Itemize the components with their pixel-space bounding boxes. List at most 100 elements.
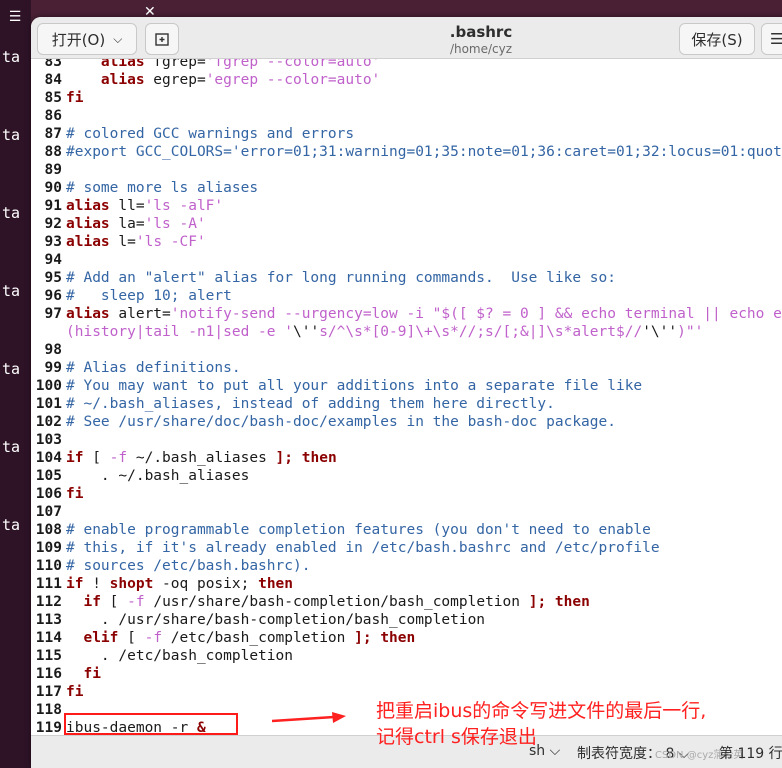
line-number: 95 (44, 270, 62, 286)
code-token: [ (100, 594, 128, 610)
code-line: 111 if ! shopt -oq posix; then (31, 575, 782, 593)
hamburger-icon: ☰ (770, 30, 782, 48)
code-line: 100 # You may want to put all your additi… (31, 377, 782, 395)
line-code: # enable programmable completion feature… (66, 521, 651, 539)
code-token: '\'' (642, 324, 678, 340)
line-number: 113 (35, 612, 62, 628)
side-label: ta (2, 516, 21, 534)
terminal-side-strip: ☰ ta ta ta ta ta ta ta (0, 0, 31, 768)
cursor-position[interactable]: 第 119 行 (719, 743, 782, 763)
side-label: ta (2, 126, 21, 144)
line-code: # Alias definitions. (66, 359, 241, 377)
code-token: # sleep 10; alert (66, 288, 232, 304)
code-token: if (66, 576, 84, 592)
line-number: 115 (35, 648, 62, 664)
main-menu-button[interactable]: ☰ (761, 23, 782, 55)
line-code: if [ -f /usr/share/bash-completion/bash_… (66, 593, 590, 611)
line-code: alias l='ls -CF' (66, 233, 206, 251)
line-number: 83 (44, 59, 62, 70)
code-token: )"' (677, 324, 704, 340)
code-line: 85 fi (31, 89, 782, 107)
window-subtitle: /home/cyz (449, 42, 513, 56)
line-code: (history|tail -n1|sed -e '\''s/^\s*[0-9]… (66, 323, 703, 341)
line-number: 112 (35, 594, 62, 610)
line-number: 98 (44, 342, 62, 358)
code-token: shopt (109, 576, 154, 592)
line-number: 110 (35, 558, 62, 574)
line-number: 109 (35, 540, 62, 556)
code-token: fi (66, 684, 84, 700)
code-line: 91 alias ll='ls -alF' (31, 197, 782, 215)
hamburger-menu-icon[interactable]: ☰ (3, 6, 27, 28)
line-number: 99 (44, 360, 62, 376)
code-line: 99 # Alias definitions. (31, 359, 782, 377)
annotation-arrow-icon (272, 712, 346, 723)
code-token: . /usr/share/bash-completion/bash_comple… (66, 612, 486, 628)
open-button-label: 打开(O) (51, 30, 106, 49)
code-line: (history|tail -n1|sed -e '\''s/^\s*[0-9]… (31, 323, 782, 341)
code-line: 86 (31, 107, 782, 125)
code-line: 104 if [ -f ~/.bash_aliases ]; then (31, 449, 782, 467)
header-bar: 打开(O) ⌵ .bashrc /home/cyz 保存(S) ☰ (31, 17, 782, 59)
code-line: 105 . ~/.bash_aliases (31, 467, 782, 485)
code-token: fi (66, 486, 84, 502)
code-token: ]; (528, 594, 547, 610)
code-line: 89 (31, 161, 782, 179)
code-token: /usr/share/bash-completion/bash_completi… (144, 594, 529, 610)
save-button[interactable]: 保存(S) (679, 23, 755, 55)
window-title-area: .bashrc /home/cyz (391, 23, 571, 56)
code-token: fi (66, 90, 84, 106)
code-token: [ (83, 450, 110, 466)
code-token: # You may want to put all your additions… (66, 378, 643, 394)
code-line: 88 #export GCC_COLORS='error=01;31:warnin… (31, 143, 782, 161)
line-code: # See /usr/share/doc/bash-doc/examples i… (66, 413, 616, 431)
line-number: 90 (44, 180, 62, 196)
side-label: ta (2, 360, 21, 378)
line-code: # You may want to put all your additions… (66, 377, 642, 395)
code-token: # enable programmable completion feature… (66, 522, 651, 538)
code-token: -f (144, 630, 163, 646)
line-code: fi (66, 683, 83, 701)
code-token: then (258, 576, 294, 592)
line-number: 118 (35, 702, 62, 718)
line-number: 111 (35, 576, 62, 592)
line-number: 108 (35, 522, 62, 538)
line-number: 96 (44, 288, 62, 304)
line-number: 94 (44, 252, 62, 268)
line-code: # sources /etc/bash.bashrc). (66, 557, 310, 575)
code-token: fgrep= (144, 59, 206, 70)
code-token: -f (109, 450, 128, 466)
code-token: # See /usr/share/doc/bash-doc/examples i… (66, 414, 616, 430)
text-editor[interactable]: 83 alias fgrep='fgrep --color=auto' 84 al… (31, 59, 782, 735)
line-code: alias fgrep='fgrep --color=auto' (66, 59, 380, 71)
line-number: 117 (35, 684, 62, 700)
code-token: egrep= (144, 72, 206, 88)
line-number: 87 (44, 126, 62, 142)
line-number: 103 (35, 432, 62, 448)
code-line: 106 fi (31, 485, 782, 503)
line-number: 104 (35, 450, 62, 466)
line-number: 107 (35, 504, 62, 520)
code-token: 'ls -alF' (144, 198, 224, 214)
code-token: 'notify-send --urgency=low -i "$([ $? = … (170, 306, 782, 322)
code-token: # sources /etc/bash.bashrc). (66, 558, 311, 574)
code-token: # this, if it's already enabled in /etc/… (66, 540, 660, 556)
code-token: ]; (275, 450, 294, 466)
code-token: -f (127, 594, 145, 610)
code-line: 109 # this, if it's already enabled in /e… (31, 539, 782, 557)
code-token: [ (118, 630, 145, 646)
annotation-text: 把重启ibus的命令写进文件的最后一行, 记得ctrl s保存退出 (376, 698, 706, 750)
code-token: then (554, 594, 590, 610)
code-token: #export GCC_COLORS='error=01;31:warning=… (66, 144, 782, 160)
line-code: elif [ -f /etc/bash_completion ]; then (66, 629, 415, 647)
line-number: 88 (44, 144, 62, 160)
code-line: 113 . /usr/share/bash-completion/bash_co… (31, 611, 782, 629)
line-code: # some more ls aliases (66, 179, 258, 197)
line-code: # colored GCC warnings and errors (66, 125, 354, 143)
new-tab-button[interactable] (145, 23, 179, 55)
open-button[interactable]: 打开(O) ⌵ (37, 23, 137, 55)
code-line: 110 # sources /etc/bash.bashrc). (31, 557, 782, 575)
